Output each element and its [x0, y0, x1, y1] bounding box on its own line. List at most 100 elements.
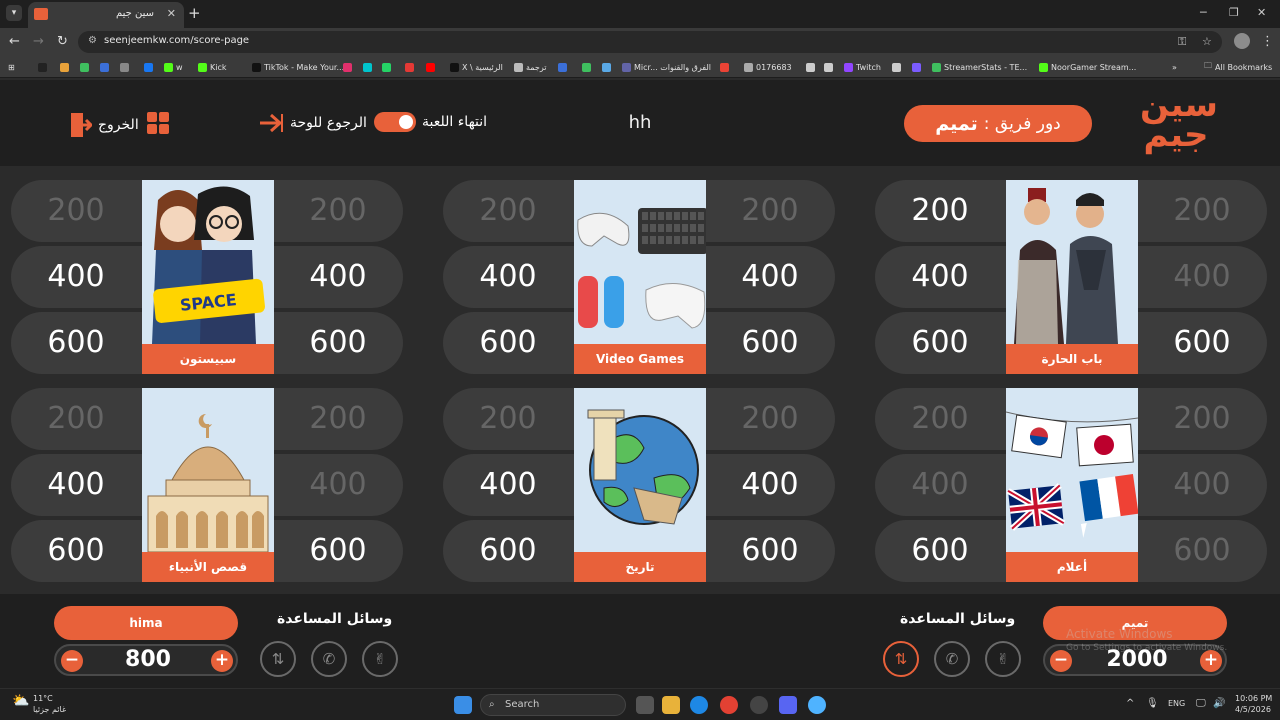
clock-time[interactable]: 10:06 PM	[1235, 694, 1272, 703]
board-grid-button[interactable]	[147, 112, 169, 134]
question-value-left[interactable]: 600	[875, 520, 1005, 582]
question-value-right[interactable]: 400	[1137, 246, 1267, 308]
bookmark-item[interactable]: StreamerStats - TE...	[932, 60, 1027, 74]
bookmark-item[interactable]: w	[164, 60, 183, 74]
bookmark-item[interactable]: 0176683	[744, 60, 792, 74]
team-left-increase-button[interactable]: +	[211, 650, 233, 672]
team-right-help-call-icon[interactable]: ✆	[934, 641, 970, 677]
minimize-icon[interactable]: ─	[1200, 6, 1207, 19]
bookmark-item[interactable]: Kick	[198, 60, 227, 74]
question-value-right[interactable]: 400	[1137, 454, 1267, 516]
app-2-icon[interactable]	[808, 696, 826, 714]
question-value-left[interactable]: 600	[443, 520, 573, 582]
browser-menu-icon[interactable]: ⋮	[1261, 34, 1274, 49]
edge-icon[interactable]	[690, 696, 708, 714]
taskbar-search[interactable]: ⌕ Search	[480, 694, 626, 716]
bookmark-item[interactable]	[582, 60, 591, 74]
question-value-left[interactable]: 400	[443, 454, 573, 516]
question-value-left[interactable]: 400	[11, 246, 141, 308]
question-value-right[interactable]: 400	[705, 246, 835, 308]
question-value-right[interactable]: 600	[705, 312, 835, 374]
question-value-right[interactable]: 600	[273, 312, 403, 374]
question-value-right[interactable]: 200	[1137, 180, 1267, 242]
question-value-left[interactable]: 400	[443, 246, 573, 308]
bookmark-item[interactable]: Micr... الفرق والقنوات	[622, 60, 711, 74]
bookmark-item[interactable]: Twitch	[844, 60, 881, 74]
question-value-left[interactable]: 200	[875, 180, 1005, 242]
question-value-left[interactable]: 400	[875, 454, 1005, 516]
question-value-left[interactable]: 200	[443, 388, 573, 450]
bookmark-item[interactable]	[892, 60, 901, 74]
bookmark-item[interactable]	[558, 60, 567, 74]
task-view-icon[interactable]	[636, 696, 654, 714]
site-info-icon[interactable]: ⚙	[88, 35, 97, 46]
window-close-icon[interactable]: ✕	[1257, 6, 1266, 19]
team-left-help-call-icon[interactable]: ✆	[311, 641, 347, 677]
question-value-right[interactable]: 400	[273, 246, 403, 308]
question-value-left[interactable]: 200	[11, 388, 141, 450]
question-value-left[interactable]: 600	[11, 520, 141, 582]
bookmark-item[interactable]: NoorGamer Stream...	[1039, 60, 1136, 74]
bookmark-item[interactable]: ترجمة	[514, 60, 547, 74]
bookmark-item[interactable]	[120, 60, 129, 74]
weather-icon[interactable]: ⛅	[12, 693, 29, 709]
new-tab-button[interactable]: +	[188, 4, 201, 22]
bookmark-item[interactable]	[343, 60, 352, 74]
app-icon[interactable]	[750, 696, 768, 714]
team-left-help-two-answers-icon[interactable]: ✌	[362, 641, 398, 677]
bookmark-item[interactable]	[100, 60, 109, 74]
question-value-left[interactable]: 600	[875, 312, 1005, 374]
question-value-right[interactable]: 400	[273, 454, 403, 516]
end-game-button[interactable]: انتهاء اللعبة	[374, 112, 487, 132]
team-left-decrease-button[interactable]: −	[61, 650, 83, 672]
bookmark-item[interactable]	[363, 60, 372, 74]
volume-icon[interactable]: 🔊	[1213, 698, 1225, 709]
discord-icon[interactable]	[779, 696, 797, 714]
bookmark-item[interactable]	[824, 60, 833, 74]
mic-icon[interactable]: 🎙	[1146, 698, 1159, 709]
bookmark-item[interactable]: X \ الرئيسية	[450, 60, 503, 74]
all-bookmarks-folder[interactable]: 🗀 All Bookmarks	[1204, 60, 1272, 74]
tab-search-icon[interactable]: ▾	[6, 5, 22, 21]
tray-chevron-icon[interactable]: ^	[1126, 698, 1134, 709]
question-value-right[interactable]: 600	[1137, 520, 1267, 582]
bookmark-item[interactable]	[80, 60, 89, 74]
language-indicator[interactable]: ENG	[1168, 699, 1185, 708]
end-game-toggle-icon[interactable]	[374, 112, 416, 132]
question-value-right[interactable]: 200	[705, 180, 835, 242]
question-value-left[interactable]: 200	[875, 388, 1005, 450]
question-value-right[interactable]: 200	[273, 388, 403, 450]
bookmark-item[interactable]	[144, 60, 153, 74]
start-icon[interactable]	[454, 696, 472, 714]
profile-avatar[interactable]	[1234, 33, 1250, 49]
apps-grid-icon[interactable]: ⊞	[8, 60, 15, 74]
question-value-right[interactable]: 200	[705, 388, 835, 450]
bookmark-item[interactable]: TikTok - Make Your...	[252, 60, 344, 74]
question-value-right[interactable]: 200	[273, 180, 403, 242]
bookmark-item[interactable]	[602, 60, 611, 74]
back-to-board-button[interactable]: الرجوع للوحة	[258, 112, 367, 134]
bookmark-item[interactable]	[912, 60, 921, 74]
file-explorer-icon[interactable]	[662, 696, 680, 714]
weather-temp[interactable]: 11°C	[33, 694, 53, 703]
back-icon[interactable]: ←	[9, 34, 20, 49]
question-value-right[interactable]: 600	[705, 520, 835, 582]
question-value-right[interactable]: 600	[1137, 312, 1267, 374]
question-value-right[interactable]: 200	[1137, 388, 1267, 450]
question-value-left[interactable]: 400	[875, 246, 1005, 308]
bookmark-item[interactable]	[405, 60, 414, 74]
bookmarks-overflow-icon[interactable]: »	[1172, 60, 1177, 74]
bookmark-item[interactable]	[720, 60, 729, 74]
question-value-left[interactable]: 600	[443, 312, 573, 374]
bookmark-item[interactable]	[382, 60, 391, 74]
question-value-left[interactable]: 200	[443, 180, 573, 242]
question-value-left[interactable]: 400	[11, 454, 141, 516]
question-value-right[interactable]: 600	[273, 520, 403, 582]
reload-icon[interactable]: ↻	[57, 34, 68, 49]
exit-button[interactable]: الخروج	[70, 112, 139, 138]
bookmark-item[interactable]	[60, 60, 69, 74]
url-bar[interactable]: ⚙ seenjeemkw.com/score-page ⚿ ☆	[78, 31, 1222, 53]
browser-tab[interactable]: سين جيم ✕	[28, 2, 184, 28]
clock-date[interactable]: 4/5/2026	[1235, 705, 1271, 714]
tab-close-icon[interactable]: ✕	[167, 7, 176, 20]
